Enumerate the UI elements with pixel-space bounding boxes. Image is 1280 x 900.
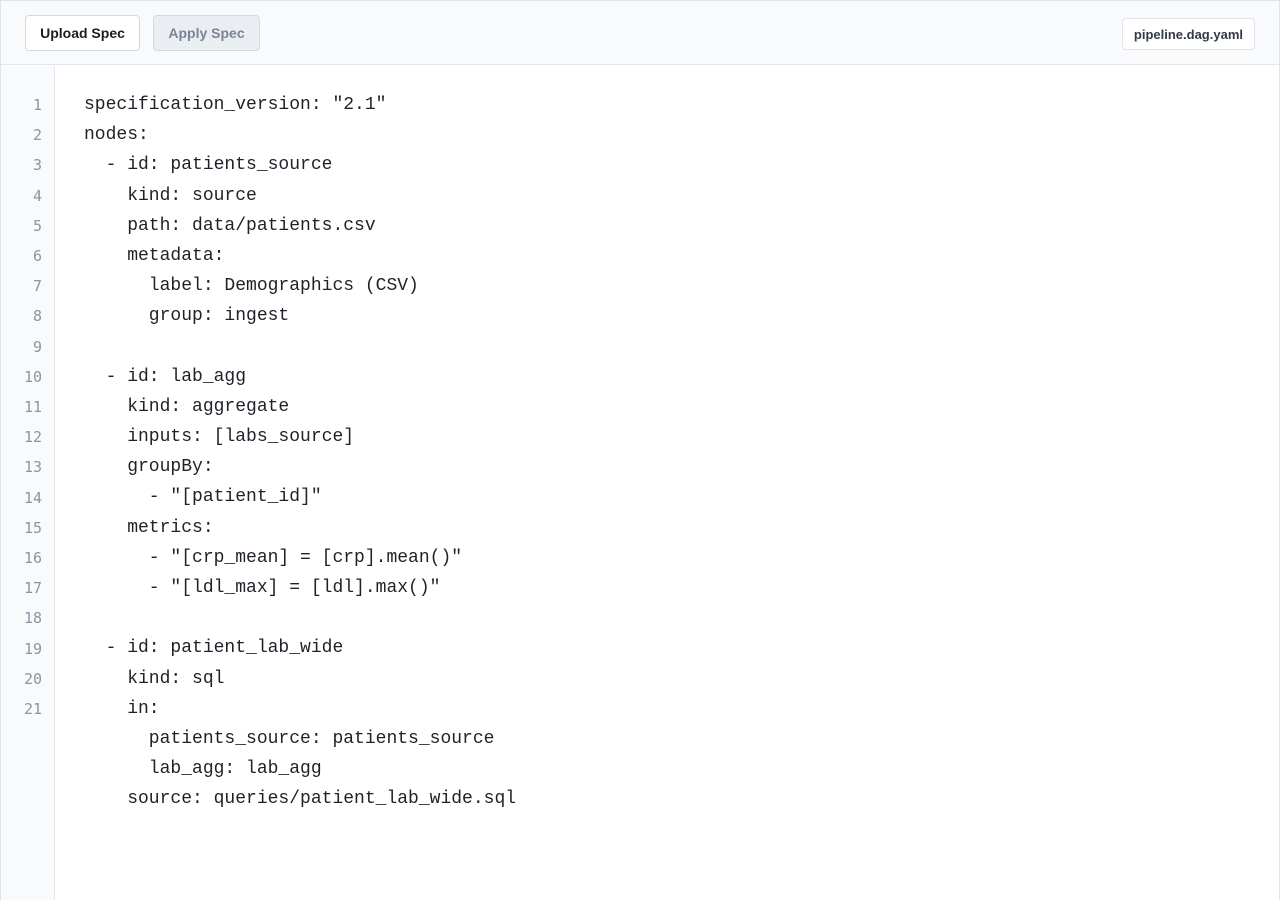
code-line[interactable]: metrics:: [84, 513, 1234, 543]
code-line[interactable]: - "[crp_mean] = [crp].mean()": [84, 543, 1234, 573]
line-number: 19: [23, 639, 42, 658]
line-number: 17: [23, 579, 42, 598]
line-number: 2: [32, 126, 42, 145]
line-number: 11: [23, 398, 42, 416]
code-line[interactable]: groupBy:: [84, 452, 1234, 482]
spec-editor-app: Upload Spec Apply Spec pipeline.dag.yaml…: [0, 0, 1280, 900]
code-line[interactable]: path: data/patients.csv: [84, 211, 1234, 241]
code-line[interactable]: [84, 603, 1234, 633]
code-line[interactable]: kind: aggregate: [84, 392, 1234, 422]
line-number: 4: [32, 186, 42, 205]
code-line[interactable]: - "[patient_id]": [84, 482, 1234, 512]
line-number: 8: [32, 307, 42, 326]
line-number: 21: [23, 700, 42, 718]
line-number: 9: [32, 337, 42, 356]
code-line[interactable]: kind: sql: [84, 664, 1234, 694]
code-line[interactable]: metadata:: [84, 241, 1234, 271]
code-line[interactable]: inputs: [labs_source]: [84, 422, 1234, 452]
code-line[interactable]: - id: patients_source: [84, 150, 1234, 180]
toolbar: Upload Spec Apply Spec pipeline.dag.yaml: [1, 1, 1279, 65]
code-line[interactable]: nodes:: [84, 120, 1234, 150]
code-line[interactable]: specification_version: "2.1": [84, 90, 1234, 120]
line-number: 16: [23, 549, 42, 567]
line-number: 18: [23, 609, 42, 628]
upload-spec-button[interactable]: Upload Spec: [25, 15, 140, 51]
line-number: 12: [23, 428, 42, 447]
line-number: 10: [23, 367, 42, 386]
line-number: 6: [32, 247, 42, 265]
line-number: 5: [32, 216, 42, 235]
line-number: 20: [23, 669, 42, 688]
code-line[interactable]: label: Demographics (CSV): [84, 271, 1234, 301]
code-line[interactable]: lab_agg: lab_agg: [84, 754, 1234, 784]
code-editor[interactable]: 1 2 3 4 5 6 7 8 9 10 11 12 13 14 15 16 17 18 19 20 21 specif…: [1, 66, 1279, 900]
line-number: 15: [23, 518, 42, 537]
apply-spec-button[interactable]: Apply Spec: [153, 15, 260, 51]
code-line[interactable]: - "[ldl_max] = [ldl].max()": [84, 573, 1234, 603]
code-area[interactable]: specification_version: "2.1" nodes: - id:…: [84, 90, 1234, 815]
line-number: 13: [23, 458, 42, 477]
line-number: 1: [32, 96, 42, 114]
code-line[interactable]: source: queries/patient_lab_wide.sql: [84, 784, 1234, 814]
line-number: 7: [32, 277, 42, 296]
line-number-gutter: 1 2 3 4 5 6 7 8 9 10 11 12 13 14 15 16 17 18 19 20 21: [1, 66, 55, 900]
line-number: 14: [23, 488, 42, 507]
filename-tab[interactable]: pipeline.dag.yaml: [1121, 18, 1255, 50]
code-line[interactable]: group: ingest: [84, 301, 1234, 331]
code-line[interactable]: in:: [84, 694, 1234, 724]
code-line[interactable]: kind: source: [84, 181, 1234, 211]
code-line[interactable]: - id: patient_lab_wide: [84, 633, 1234, 663]
code-line[interactable]: [84, 332, 1234, 362]
line-number: 3: [32, 156, 42, 175]
code-line[interactable]: - id: lab_agg: [84, 362, 1234, 392]
code-line[interactable]: patients_source: patients_source: [84, 724, 1234, 754]
